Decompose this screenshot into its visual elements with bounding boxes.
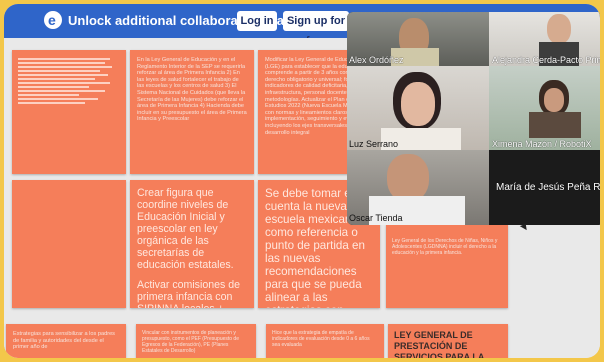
sticky-note[interactable]: Vincular con instrumentos de planeación …: [136, 324, 256, 358]
note-text: Vincular con instrumentos de planeación …: [142, 330, 239, 354]
sticky-note[interactable]: Hice que la estrategia de empatía de ind…: [266, 324, 384, 358]
participant-tile[interactable]: Oscar Tienda: [347, 150, 489, 225]
participant-name: Oscar Tienda: [349, 213, 403, 223]
participant-name: Alejandra Cerda-Pacto Primera: [492, 55, 600, 65]
participant-tile[interactable]: Luz Serrano: [347, 66, 489, 150]
sticky-note[interactable]: LEY GENERAL DE PRESTACIÓN DE SERVICIOS P…: [388, 324, 508, 358]
app-window: e Unlock additional collaboration featur…: [4, 4, 600, 358]
sticky-note[interactable]: Estrategias para sensibilizar a los padr…: [6, 324, 126, 358]
participant-tile[interactable]: María de Jesús Peña Ron: [489, 150, 600, 225]
participant-name: Alex Ordóñez: [349, 55, 404, 65]
sticky-note[interactable]: [12, 180, 126, 308]
participant-tile[interactable]: Alex Ordóñez: [347, 12, 489, 66]
participant-name: Luz Serrano: [349, 139, 399, 149]
participant-name: Ximena Mazón / RobotiX: [492, 139, 592, 149]
sticky-note[interactable]: Crear figura que coordine niveles de Edu…: [130, 180, 254, 308]
note-text: LEY GENERAL DE PRESTACIÓN DE SERVICIOS P…: [394, 330, 485, 358]
note-text: Hice que la estrategia de empatía de ind…: [272, 330, 370, 348]
sticky-note[interactable]: En la Ley General de Educación y en el R…: [130, 50, 254, 174]
login-button[interactable]: Log in: [237, 11, 277, 31]
note-text: Ley General de los Derechos de Niñas, Ni…: [392, 238, 498, 256]
note-text: Activar comisiones de primera infancia c…: [137, 279, 241, 308]
banner-text: Unlock additional collaboration features: [68, 13, 316, 28]
sticky-note[interactable]: [12, 50, 126, 174]
note-text: En la Ley General de Educación y en el R…: [137, 57, 247, 123]
note-text: Estrategias para sensibilizar a los padr…: [13, 331, 115, 351]
signup-button[interactable]: Sign up for free: [283, 11, 349, 47]
app-logo: e: [44, 11, 62, 29]
participant-name: María de Jesús Peña Ron: [496, 182, 600, 193]
video-call-panel: Alex Ordóñez Alejandra Cerda-Pacto Prime…: [347, 12, 600, 225]
participant-tile[interactable]: Ximena Mazón / RobotiX: [489, 66, 600, 150]
note-text: Crear figura que coordine niveles de Edu…: [137, 187, 234, 271]
sticky-note[interactable]: Ley General de los Derechos de Niñas, Ni…: [386, 224, 508, 308]
participant-tile[interactable]: Alejandra Cerda-Pacto Primera: [489, 12, 600, 66]
